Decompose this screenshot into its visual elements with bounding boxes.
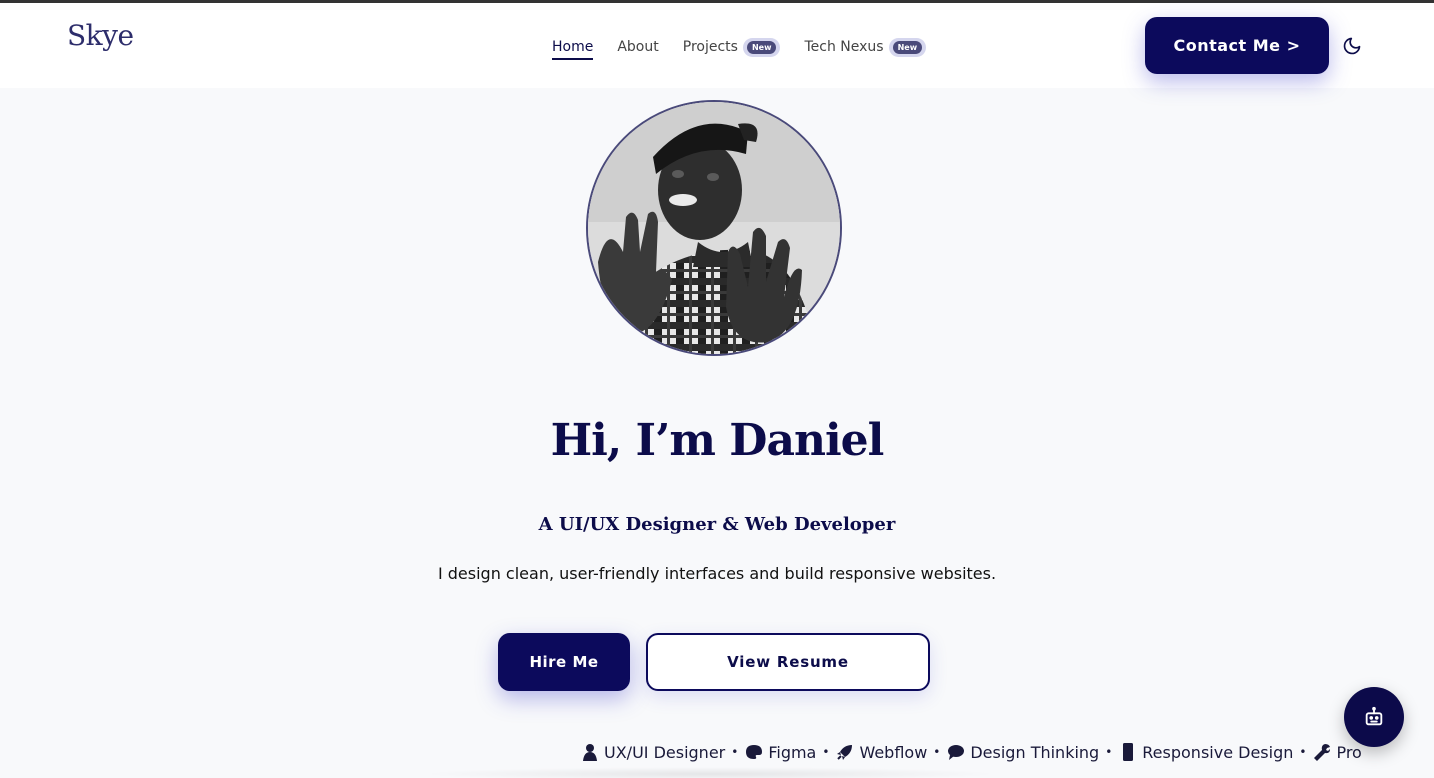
hero-subtitle: A UI/UX Designer & Web Developer bbox=[538, 514, 896, 535]
nav-about[interactable]: About bbox=[617, 33, 658, 61]
new-badge: New bbox=[888, 37, 927, 57]
chatbot-button[interactable] bbox=[1344, 687, 1404, 747]
hire-me-button[interactable]: Hire Me bbox=[498, 633, 630, 691]
nav-tech-nexus[interactable]: Tech Nexus New bbox=[804, 33, 927, 61]
nav-projects-label: Projects bbox=[682, 39, 738, 55]
robot-icon bbox=[1365, 706, 1383, 726]
section-divider-shadow bbox=[420, 767, 1000, 778]
skills-ticker: UX/UI Designer • Figma • Webflow • Desig… bbox=[580, 737, 1362, 767]
skill-item: Webflow bbox=[835, 742, 927, 762]
hero-title: Hi, I’m Daniel bbox=[550, 415, 885, 466]
mobile-icon bbox=[1123, 743, 1134, 761]
nav-about-label: About bbox=[617, 39, 659, 55]
hero-description: I design clean, user-friendly interfaces… bbox=[437, 564, 997, 583]
site-header: Skye Home About Projects New Tech Nexus … bbox=[0, 3, 1434, 88]
rocket-icon bbox=[837, 745, 853, 760]
skill-item: Responsive Design bbox=[1118, 742, 1293, 762]
logo[interactable]: Skye bbox=[67, 19, 134, 52]
skill-item: UX/UI Designer bbox=[580, 742, 725, 762]
main-nav: Home About Projects New Tech Nexus New bbox=[552, 33, 950, 61]
nav-projects[interactable]: Projects New bbox=[683, 33, 781, 61]
nav-home-label: Home bbox=[552, 39, 594, 55]
new-badge: New bbox=[742, 37, 781, 57]
speech-bubble-icon bbox=[948, 745, 965, 760]
contact-me-button[interactable]: Contact Me > bbox=[1145, 17, 1329, 74]
skill-item: Prototyping bbox=[1312, 742, 1362, 762]
skill-item: Figma bbox=[744, 742, 816, 762]
palette-icon bbox=[746, 745, 763, 759]
wrench-icon bbox=[1314, 744, 1331, 761]
person-icon bbox=[583, 744, 597, 761]
view-resume-button[interactable]: View Resume bbox=[646, 633, 930, 691]
nav-tech-nexus-label: Tech Nexus bbox=[804, 39, 884, 55]
moon-icon[interactable] bbox=[1342, 36, 1362, 56]
skill-item: Design Thinking bbox=[946, 742, 1099, 762]
nav-home[interactable]: Home bbox=[552, 33, 594, 61]
profile-photo bbox=[586, 100, 842, 356]
